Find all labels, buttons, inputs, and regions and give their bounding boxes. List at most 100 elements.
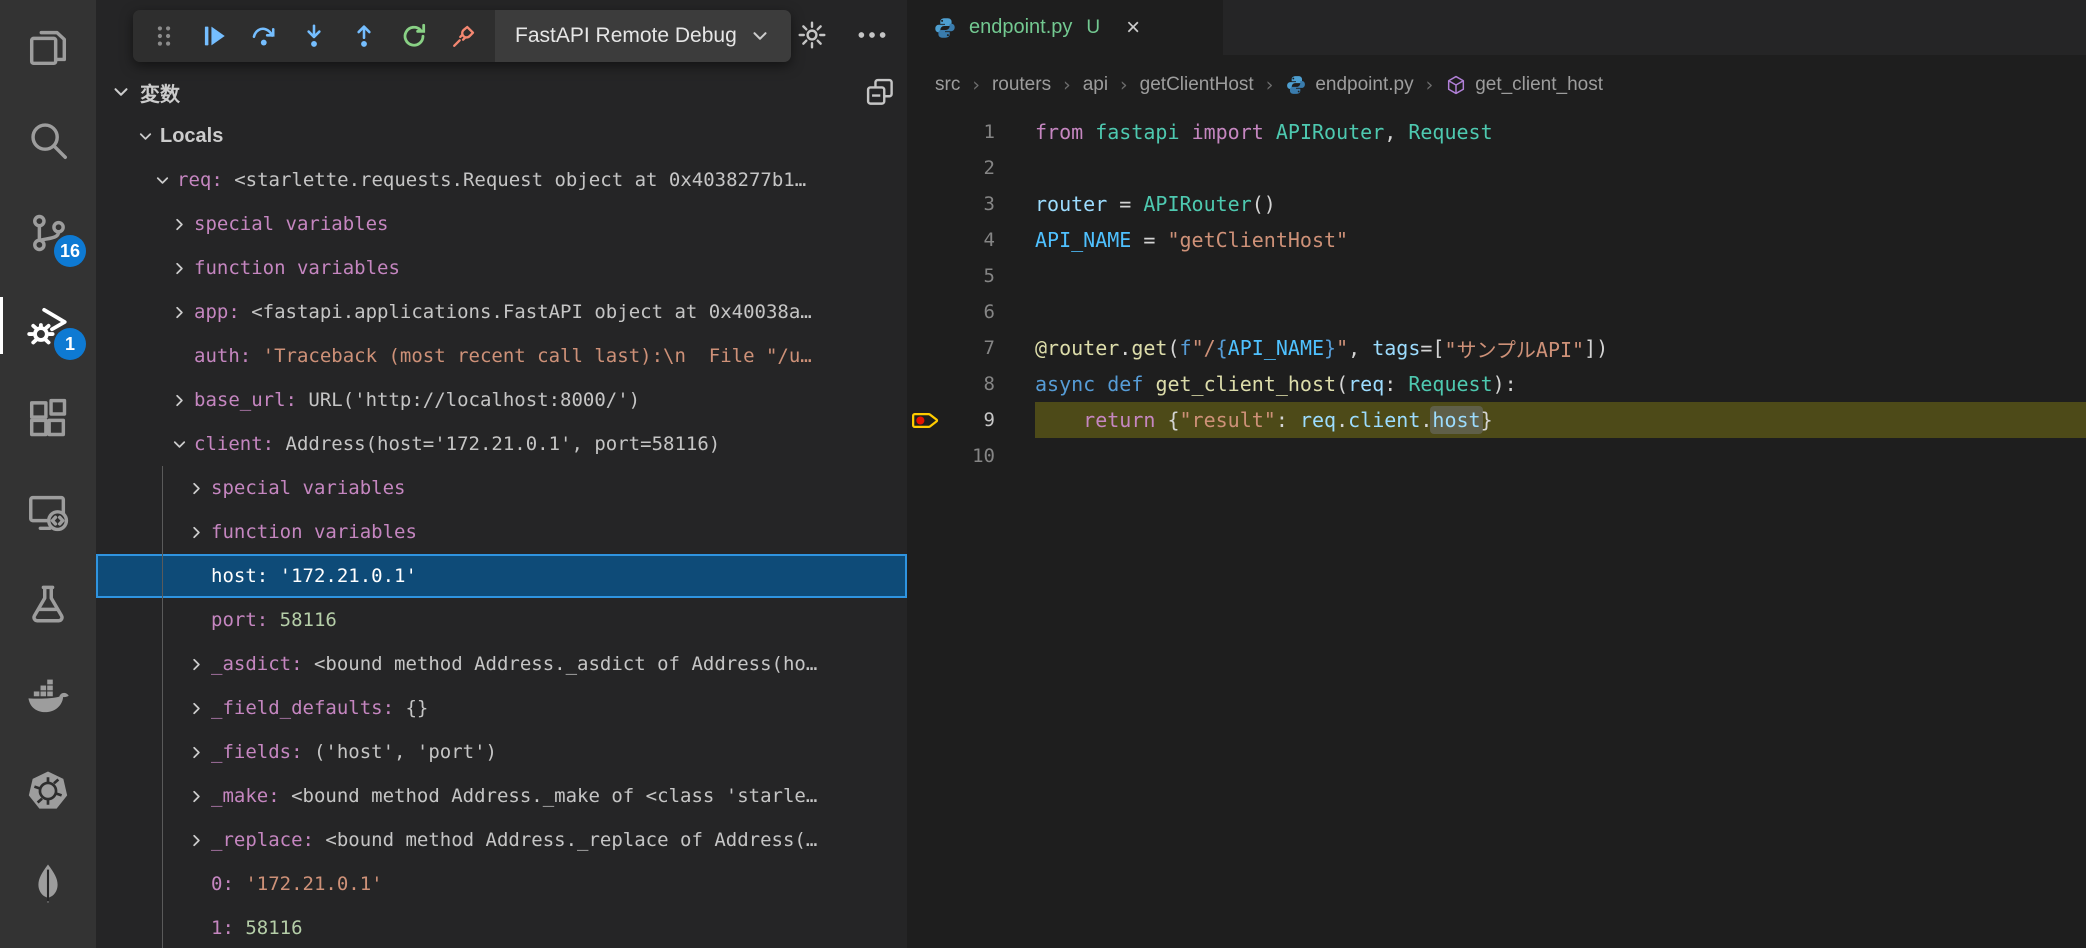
twistie-right-icon[interactable] <box>181 655 211 674</box>
twistie-right-icon[interactable] <box>164 303 194 322</box>
variable-row-req[interactable]: req: <starlette.requests.Request object … <box>96 158 907 202</box>
line-number: 6 <box>983 301 995 323</box>
code-token: APIRouter <box>1143 192 1252 216</box>
variable-row-client[interactable]: client: Address(host='172.21.0.1', port=… <box>96 422 907 466</box>
variable-name: special variables <box>211 477 406 499</box>
variable-row-_asdict[interactable]: _asdict: <bound method Address._asdict o… <box>96 642 907 686</box>
step-out-button[interactable] <box>349 21 379 51</box>
breadcrumb-label: getClientHost <box>1139 73 1254 95</box>
breadcrumb-separator: › <box>1425 73 1434 96</box>
breadcrumb-item-getClientHost[interactable]: getClientHost <box>1140 74 1254 96</box>
docker-icon <box>25 675 71 721</box>
twistie-right-icon[interactable] <box>181 699 211 718</box>
ellipsis-icon[interactable] <box>853 16 891 54</box>
indent-guide <box>162 466 163 948</box>
variable-row-special-variables[interactable]: special variables <box>96 202 907 246</box>
variable-row-_field_defaults[interactable]: _field_defaults: {} <box>96 686 907 730</box>
activity-item-search[interactable] <box>0 93 96 186</box>
drag-handle[interactable] <box>149 21 179 51</box>
variable-value: 58116 <box>279 609 337 631</box>
variable-row-_replace[interactable]: _replace: <bound method Address._replace… <box>96 818 907 862</box>
glyph-margin[interactable] <box>907 150 949 186</box>
twistie-right-icon[interactable] <box>181 831 211 850</box>
step-into-button[interactable] <box>299 21 329 51</box>
variable-value: '172.21.0.1' <box>245 873 383 895</box>
variable-row-host[interactable]: host: '172.21.0.1' <box>96 554 907 598</box>
twistie-right-icon[interactable] <box>164 259 194 278</box>
variable-row-_fields[interactable]: _fields: ('host', 'port') <box>96 730 907 774</box>
variable-row-auth[interactable]: auth: 'Traceback (most recent call last)… <box>96 334 907 378</box>
code-token: get <box>1131 336 1168 360</box>
line-number: 4 <box>983 229 995 251</box>
continue-button[interactable] <box>199 21 229 51</box>
line-number: 3 <box>983 193 995 215</box>
twistie-right-icon[interactable] <box>181 787 211 806</box>
activity-item-extensions[interactable] <box>0 372 96 465</box>
code-token: =[ <box>1420 336 1445 360</box>
line-number: 5 <box>983 265 995 287</box>
variable-row-0[interactable]: 0: '172.21.0.1' <box>96 862 907 906</box>
code-line-content <box>1035 438 2086 474</box>
explorer-icon <box>25 24 71 70</box>
breadcrumb-item-src[interactable]: src <box>935 74 960 96</box>
glyph-margin[interactable] <box>907 438 949 474</box>
close-icon[interactable]: × <box>1126 15 1140 40</box>
glyph-margin[interactable] <box>907 258 949 294</box>
collapse-all-button[interactable] <box>863 75 899 111</box>
variable-row-special-variables[interactable]: special variables <box>96 466 907 510</box>
variable-row-function-variables[interactable]: function variables <box>96 246 907 290</box>
twistie-down-icon[interactable] <box>147 171 177 190</box>
debug-toolbar[interactable]: FastAPI Remote Debug <box>133 10 791 62</box>
code-line-2: 2 <box>907 150 2086 186</box>
activity-item-remote-explorer[interactable] <box>0 465 96 558</box>
mongodb-icon <box>25 861 71 907</box>
variables-panel-header[interactable]: 変数 <box>96 70 907 114</box>
sidebar-title-area: FastAPI Remote Debug <box>96 0 907 70</box>
variable-row-function-variables[interactable]: function variables <box>96 510 907 554</box>
twistie-right-icon[interactable] <box>181 743 211 762</box>
activity-item-run-debug[interactable]: 1 <box>0 279 96 372</box>
twistie-down-icon[interactable] <box>130 127 160 146</box>
glyph-margin[interactable] <box>907 330 949 366</box>
breakpoint-current-line-icon[interactable] <box>907 402 949 438</box>
debug-config-dropdown[interactable]: FastAPI Remote Debug <box>495 10 791 62</box>
twistie-right-icon[interactable] <box>164 391 194 410</box>
twistie-right-icon[interactable] <box>181 523 211 542</box>
glyph-margin[interactable] <box>907 294 949 330</box>
variable-row-_make[interactable]: _make: <bound method Address._make of <c… <box>96 774 907 818</box>
activity-item-testing[interactable] <box>0 558 96 651</box>
variable-row-base_url[interactable]: base_url: URL('http://localhost:8000/') <box>96 378 907 422</box>
glyph-margin[interactable] <box>907 114 949 150</box>
tab-endpoint-py[interactable]: endpoint.py U × <box>907 0 1223 55</box>
code-editor[interactable]: 1 from fastapi import APIRouter, Request 2… <box>907 114 2086 948</box>
twistie-right-icon[interactable] <box>164 215 194 234</box>
twistie-right-icon[interactable] <box>181 479 211 498</box>
activity-item-explorer[interactable] <box>0 0 96 93</box>
testing-icon <box>25 582 71 628</box>
activity-item-docker[interactable] <box>0 651 96 744</box>
variable-row-port[interactable]: port: 58116 <box>96 598 907 642</box>
breadcrumb-item-routers[interactable]: routers <box>992 74 1051 96</box>
breadcrumb-item-get_client_host[interactable]: get_client_host <box>1445 74 1603 96</box>
glyph-margin[interactable] <box>907 366 949 402</box>
glyph-margin[interactable] <box>907 222 949 258</box>
activity-item-mongodb[interactable] <box>0 837 96 930</box>
tab-bar: endpoint.py U × <box>907 0 2086 55</box>
restart-button[interactable] <box>399 21 429 51</box>
breadcrumb-item-endpoint.py[interactable]: endpoint.py <box>1285 74 1414 96</box>
disconnect-button[interactable] <box>449 21 479 51</box>
breadcrumb-item-api[interactable]: api <box>1083 74 1108 96</box>
activity-item-kubernetes[interactable] <box>0 744 96 837</box>
glyph-margin[interactable] <box>907 186 949 222</box>
code-line-5: 5 <box>907 258 2086 294</box>
variable-row-1[interactable]: 1: 58116 <box>96 906 907 948</box>
twistie-down-icon[interactable] <box>164 435 194 454</box>
code-token: API_NAME <box>1227 336 1325 360</box>
activity-item-source-control[interactable]: 16 <box>0 186 96 279</box>
breadcrumb-label: api <box>1082 73 1109 95</box>
step-over-button[interactable] <box>249 21 279 51</box>
variable-row-Locals[interactable]: Locals <box>96 114 907 158</box>
gear-icon[interactable] <box>793 16 831 54</box>
variable-row-app[interactable]: app: <fastapi.applications.FastAPI objec… <box>96 290 907 334</box>
variable-name: function variables <box>194 257 400 279</box>
